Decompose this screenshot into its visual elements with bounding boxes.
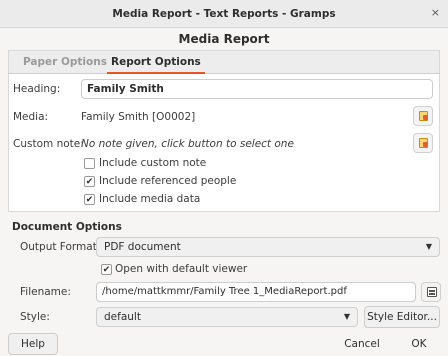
include-media-data-label: Include media data xyxy=(99,193,201,205)
include-custom-note-checkbox[interactable] xyxy=(84,158,95,169)
report-options-panel: Heading: Family Smith Media: Family Smit… xyxy=(8,74,440,212)
chevron-down-icon: ▼ xyxy=(425,242,432,251)
include-custom-note-label: Include custom note xyxy=(99,157,207,169)
edit-icon xyxy=(419,138,428,148)
dialog-heading: Media Report xyxy=(178,32,270,46)
output-format-select[interactable]: PDF document ▼ xyxy=(96,237,440,257)
close-icon[interactable]: × xyxy=(431,6,440,19)
open-with-default-viewer-checkbox[interactable] xyxy=(101,264,112,275)
custom-note-value: No note given, click button to select on… xyxy=(81,138,294,150)
tab-label: Report Options xyxy=(111,56,201,68)
open-with-default-viewer-label: Open with default viewer xyxy=(115,263,248,275)
tab-paper-options[interactable]: Paper Options xyxy=(23,51,107,74)
include-referenced-people-label: Include referenced people xyxy=(99,175,237,187)
heading-input[interactable]: Family Smith xyxy=(81,79,433,99)
edit-icon xyxy=(419,111,428,121)
tab-report-options[interactable]: Report Options xyxy=(107,51,205,74)
browse-file-button[interactable] xyxy=(421,282,441,302)
media-value: Family Smith [O0002] xyxy=(81,111,196,123)
cancel-button[interactable]: Cancel xyxy=(334,333,390,355)
folder-icon xyxy=(427,287,437,297)
output-format-label: Output Format: xyxy=(20,241,101,253)
chevron-down-icon: ▼ xyxy=(343,312,350,321)
filename-label: Filename: xyxy=(20,286,71,298)
window-title: Media Report - Text Reports - Gramps xyxy=(112,7,336,20)
style-editor-button[interactable]: Style Editor... xyxy=(364,306,440,328)
help-button[interactable]: Help xyxy=(8,333,58,355)
include-referenced-people-checkbox[interactable] xyxy=(84,176,95,187)
ok-button[interactable]: OK xyxy=(398,333,440,355)
output-format-value: PDF document xyxy=(104,241,181,253)
style-select[interactable]: default ▼ xyxy=(96,307,358,327)
document-options-title: Document Options xyxy=(12,221,122,233)
include-media-data-checkbox[interactable] xyxy=(84,194,95,205)
custom-note-label: Custom note: xyxy=(13,138,84,150)
style-value: default xyxy=(104,311,141,323)
media-label: Media: xyxy=(13,111,49,123)
tab-label: Paper Options xyxy=(23,56,107,68)
select-note-button[interactable] xyxy=(413,133,433,153)
window-titlebar: Media Report - Text Reports - Gramps × xyxy=(0,0,448,28)
style-label: Style: xyxy=(20,311,50,323)
filename-input[interactable]: /home/mattkmmr/Family Tree 1_MediaReport… xyxy=(96,282,416,302)
tab-bar: Paper Options Report Options xyxy=(8,50,440,74)
select-media-button[interactable] xyxy=(413,106,433,126)
heading-label: Heading: xyxy=(13,83,61,95)
